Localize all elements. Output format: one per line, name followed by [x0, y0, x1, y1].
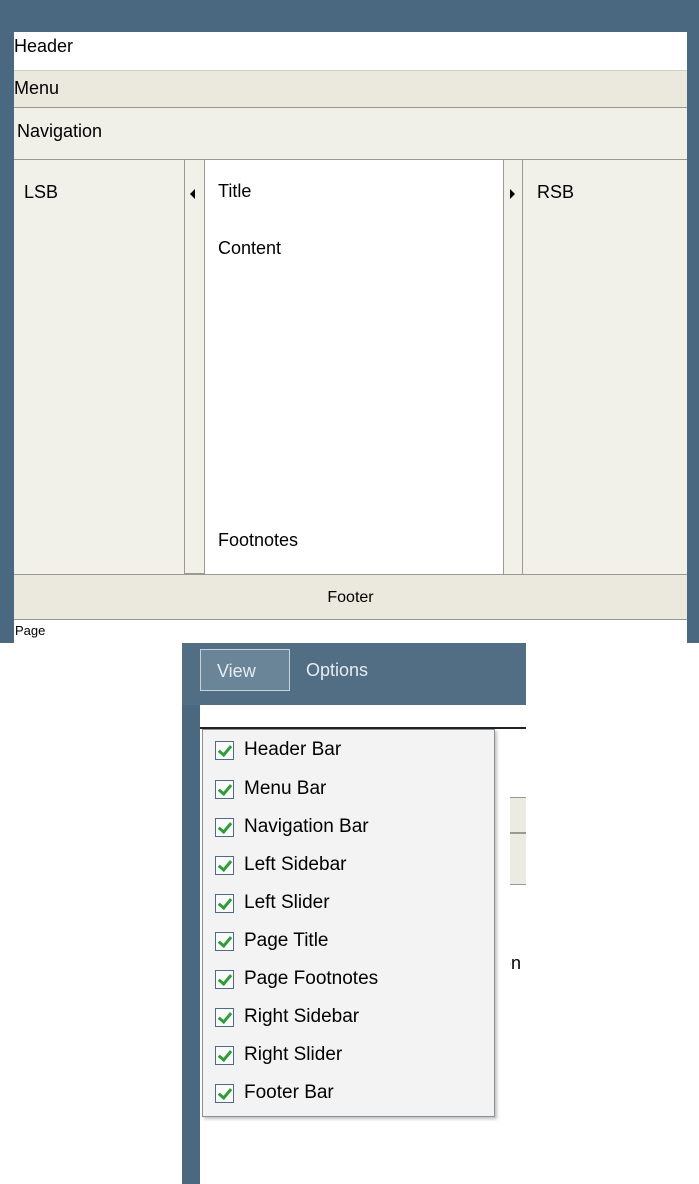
page-footnotes: Footnotes	[218, 530, 299, 550]
options-menu-button[interactable]: Options	[306, 649, 406, 691]
menu-item-menu-bar[interactable]: Menu Bar	[215, 774, 326, 804]
menu-item-navigation-bar[interactable]: Navigation Bar	[215, 812, 369, 842]
menu-item-label: Footer Bar	[244, 1082, 334, 1103]
menu-item-right-sidebar[interactable]: Right Sidebar	[215, 1002, 359, 1032]
background-bar	[510, 833, 526, 885]
checkbox-checked-icon[interactable]	[215, 1045, 234, 1065]
checkbox-checked-icon[interactable]	[215, 855, 234, 875]
checkbox-checked-icon[interactable]	[215, 817, 234, 837]
background-text-fragment: ten	[510, 953, 522, 973]
page-title: Title	[218, 181, 252, 201]
left-sidebar: LSB	[14, 160, 185, 574]
checkbox-checked-icon[interactable]	[215, 740, 234, 760]
page-content: Content	[218, 238, 282, 258]
arrow-left-icon[interactable]	[190, 189, 195, 199]
menu-item-label: Page Footnotes	[244, 968, 379, 989]
checkbox-checked-icon[interactable]	[215, 1083, 234, 1103]
menu-item-label: Right Sidebar	[244, 1006, 360, 1027]
footer-bar: Footer	[14, 574, 687, 620]
view-menu-button[interactable]: View	[200, 649, 290, 691]
right-slider[interactable]	[503, 160, 523, 574]
navigation-bar: Navigation	[14, 108, 687, 160]
right-sidebar: RSB	[523, 160, 687, 574]
menu-item-label: Right Slider	[244, 1044, 343, 1065]
left-slider[interactable]	[185, 160, 205, 574]
layout-window: Header Menu Navigation LSB Title Content…	[0, 0, 699, 646]
menubar: View Options	[182, 643, 526, 705]
arrow-right-icon[interactable]	[510, 189, 515, 199]
header-bar: Header	[14, 32, 687, 70]
view-menu-window: View Options ten Header Bar Menu Bar Nav…	[182, 643, 526, 1184]
menu-item-label: Page Title	[244, 930, 329, 951]
menu-item-footer-bar[interactable]: Footer Bar	[215, 1078, 334, 1108]
checkbox-checked-icon[interactable]	[215, 779, 234, 799]
right-sidebar-label: RSB	[537, 182, 575, 202]
menu-item-page-footnotes[interactable]: Page Footnotes	[215, 964, 378, 994]
menu-item-page-title[interactable]: Page Title	[215, 926, 329, 956]
menu-bar: Menu	[14, 70, 687, 108]
layout-canvas: Header Menu Navigation LSB Title Content…	[14, 32, 687, 646]
menu-item-label: Header Bar	[244, 739, 342, 760]
menu-item-left-slider[interactable]: Left Slider	[215, 888, 330, 918]
view-dropdown-menu: Header Bar Menu Bar Navigation Bar Left …	[202, 729, 495, 1117]
checkbox-checked-icon[interactable]	[215, 1007, 234, 1027]
content-area: Title Content Footnotes	[205, 160, 503, 574]
background-bar	[510, 797, 526, 833]
left-sidebar-label: LSB	[24, 182, 59, 202]
checkbox-checked-icon[interactable]	[215, 931, 234, 951]
menu-item-header-bar[interactable]: Header Bar	[215, 735, 341, 765]
menu-item-label: Navigation Bar	[244, 816, 369, 837]
checkbox-checked-icon[interactable]	[215, 969, 234, 989]
checkbox-checked-icon[interactable]	[215, 893, 234, 913]
menu-item-left-sidebar[interactable]: Left Sidebar	[215, 850, 346, 880]
menu-item-label: Menu Bar	[244, 778, 327, 799]
menu-item-label: Left Slider	[244, 892, 330, 913]
menu-item-label: Left Sidebar	[244, 854, 347, 875]
menu-item-right-slider[interactable]: Right Slider	[215, 1040, 342, 1070]
